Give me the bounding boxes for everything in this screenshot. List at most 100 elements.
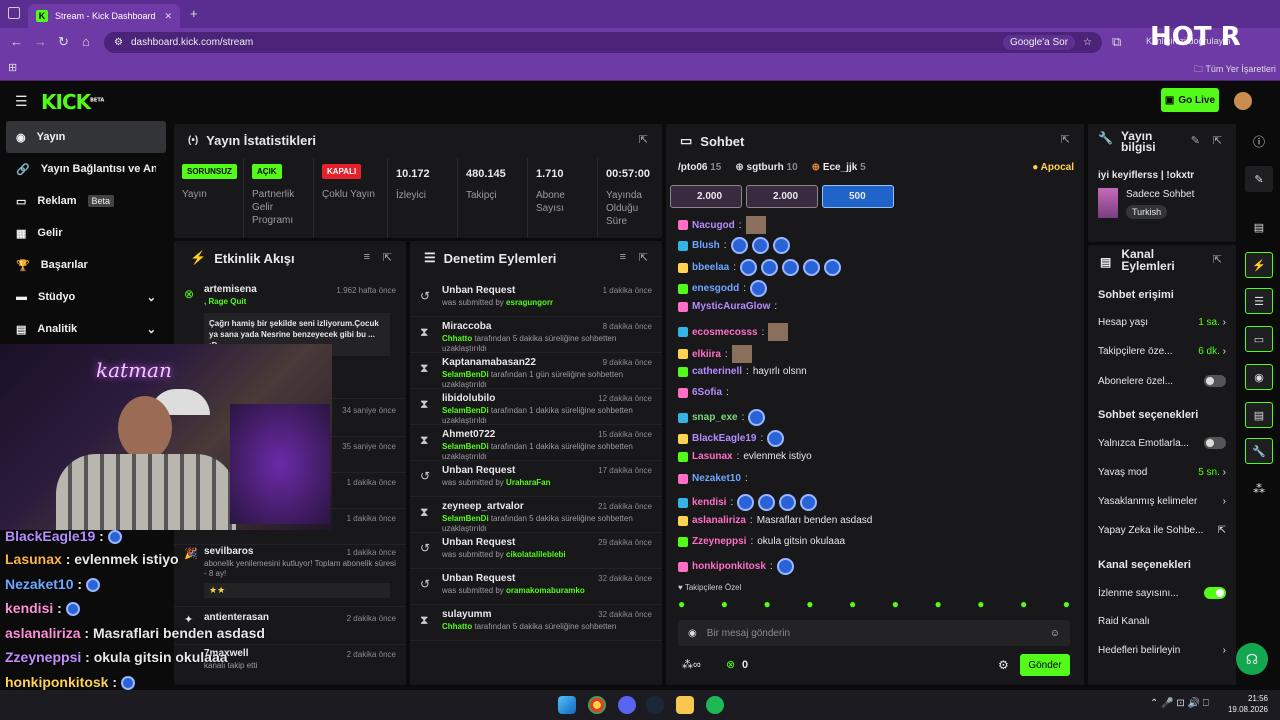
emote-icon[interactable]: ● [977,597,984,611]
chat-username[interactable]: elkiira [692,349,721,360]
file-explorer-icon[interactable] [676,696,694,714]
moderation-item[interactable]: ⧗ sulayumm 32 dakika önce Chhatto tarafında… [410,605,662,641]
pinned-gift[interactable]: 500 [822,185,894,208]
filter-icon[interactable]: ≡ [620,251,626,263]
emote-icon[interactable]: ● [806,597,813,611]
chat-message[interactable]: 6Sofia: [678,387,729,398]
popout-icon[interactable]: ⇱ [1213,253,1222,266]
chat-settings-icon[interactable]: ⚙ [998,658,1009,672]
chat-username[interactable]: Nezaket10 [692,473,741,484]
sidebar-item-ads[interactable]: ▭ Reklam Beta [0,185,172,217]
discord-icon[interactable] [618,696,636,714]
emote-icon[interactable]: ● [892,597,899,611]
filter-icon[interactable]: ≡ [364,251,370,263]
emotes-only-toggle[interactable] [1204,437,1226,449]
send-button[interactable]: Gönder [1020,654,1070,676]
chat-username[interactable]: aslanaliriza [692,515,746,526]
chat-message[interactable]: MysticAuraGlow: [678,301,777,312]
banned-words-setting[interactable]: Yasaklanmış kelimeler › [1098,496,1226,507]
chat-message[interactable]: snap_exe: [678,409,766,426]
chat-username[interactable]: 6Sofia [692,387,722,398]
subs-only-toggle[interactable] [1204,375,1226,387]
extensions-icon[interactable]: ⧉ [1112,34,1121,50]
sidebar-item-analytics[interactable]: ▤ Analitik ⌄ [0,313,172,345]
moderation-item[interactable]: ⧗ Ahmet0722 15 dakika önce SelamBenDi taraf… [410,425,662,461]
kicks-icon[interactable]: ⁂∞ [682,658,701,671]
all-bookmarks-button[interactable]: 🗀 Tüm Yer İşaretleri [1194,62,1276,78]
sidebar-item-revenue[interactable]: ▦ Gelir [0,217,172,249]
chat-username[interactable]: snap_exe [692,412,738,423]
google-ask-button[interactable]: Google'a Sor [1002,35,1076,50]
archive-rail-button[interactable]: ▤ [1245,214,1273,240]
followers-only-setting[interactable]: Takipçilere öze... 6 dk. › [1098,346,1226,357]
chat-username[interactable]: kendisi [692,497,726,508]
chat-username[interactable]: Zzeyneppsi [692,536,746,547]
bolt-rail-button[interactable]: ⚡ [1245,252,1273,278]
back-icon[interactable]: ← [10,34,23,49]
chat-username[interactable]: honkiponkitosk [692,561,766,572]
chat-message[interactable]: catherinell: hayırlı olsnn [678,366,807,377]
chat-username[interactable]: ecosmecosss [692,327,758,338]
chat-message[interactable]: Lasunax: evlenmek istiyo [678,451,812,462]
sidebar-item-studio[interactable]: ▬ Stüdyo ⌄ [0,281,172,313]
spotify-icon[interactable] [706,696,724,714]
chat-input[interactable]: ◉ Bir mesaj gönderin ☺ [678,620,1070,646]
chat-mode-icon[interactable]: ◉ [688,628,697,639]
chat-message[interactable]: Nezaket10: [678,473,748,484]
clock[interactable]: 21:56 19.08.2026 [1226,693,1268,715]
chat-message[interactable]: aslanaliriza: Masrafları benden asdasd [678,515,872,526]
chat-username[interactable]: Lasunax [692,451,733,462]
emote-icon[interactable]: ● [1020,597,1027,611]
chat-username[interactable]: bbeelaa [692,262,729,273]
site-info-icon[interactable]: ⚙ [114,37,123,48]
kicks-rail-icon[interactable]: ⁂ [1253,482,1265,496]
raid-channel-setting[interactable]: Raid Kanalı [1098,616,1226,627]
chat-username[interactable]: Blush [692,240,720,251]
emote-icon[interactable]: ● [721,597,728,611]
chat-message[interactable]: enesgodd: [678,280,768,297]
chat-message[interactable]: honkiponkitosk: [678,558,794,575]
close-tab-icon[interactable]: ✕ [164,11,172,22]
archive-rail-button-2[interactable]: ▤ [1245,402,1273,428]
edit-icon[interactable]: ✎ [1191,134,1200,147]
go-live-button[interactable]: ▣ Go Live [1161,88,1219,112]
pinned-gift[interactable]: 2.000 [670,185,742,208]
account-age-setting[interactable]: Hesap yaşı 1 sa. › [1098,317,1226,328]
moderation-item[interactable]: ⧗ libidolubilo 12 dakika önce SelamBenDi ta… [410,389,662,425]
broadcast-rail-button[interactable]: ◉ [1245,364,1273,390]
chat-message[interactable]: Blush: [678,237,790,254]
view-count-toggle[interactable] [1204,587,1226,599]
edit-rail-button[interactable]: ✎ [1245,166,1273,192]
popout-icon[interactable]: ⇱ [639,251,648,264]
emote-icon[interactable]: ● [1063,597,1070,611]
hamburger-menu-icon[interactable]: ☰ [15,93,28,110]
apps-icon[interactable]: ⊞ [8,61,17,74]
chat-username[interactable]: catherinell [692,366,742,377]
kick-logo[interactable]: KICKBETA [41,90,104,114]
chat-message[interactable]: ecosmecosss: [678,323,789,341]
chat-message[interactable]: bbeelaa: [678,259,842,276]
emote-icon[interactable]: ● [935,597,942,611]
popout-icon[interactable]: ⇱ [1213,134,1222,147]
emote-icon[interactable]: ● [764,597,771,611]
new-tab-icon[interactable]: + [190,6,198,21]
chat-message[interactable]: BlackEagle19: [678,430,785,447]
goals-setting[interactable]: Hedefleri belirleyin › [1098,645,1226,656]
moderation-item[interactable]: ⧗ Miraccoba 8 dakika önce Chhatto tarafında… [410,317,662,353]
moderation-item[interactable]: ↺ Unban Request 17 dakika önce was submitte… [410,461,662,497]
sidebar-item-stream-key[interactable]: 🔗 Yayın Bağlantısı ve Anahtarı [0,153,172,185]
sidebar-item-achievements[interactable]: 🏆 Başarılar [0,249,172,281]
info-icon[interactable]: ⓘ [1253,133,1265,150]
tray-icons[interactable]: ⌃ 🎤 ⊡ 🔊 ⎕ [1150,698,1209,709]
popout-icon[interactable]: ⇱ [383,251,392,264]
moderation-item[interactable]: ↺ Unban Request 1 dakika önce was submitted… [410,281,662,317]
moderation-item[interactable]: ↺ Unban Request 32 dakika önce was submitte… [410,569,662,605]
chat-message[interactable]: elkiira: [678,345,752,363]
url-bar[interactable]: ⚙ dashboard.kick.com/stream Google'a Sor… [104,32,1102,53]
chat-message[interactable]: Nacugod: [678,216,766,234]
emote-icon[interactable]: ● [849,597,856,611]
chat-message[interactable]: kendisi: [678,494,818,511]
emote-icon[interactable]: ● [678,597,685,611]
chat-username[interactable]: Nacugod [692,220,735,231]
chat-username[interactable]: BlackEagle19 [692,433,757,444]
